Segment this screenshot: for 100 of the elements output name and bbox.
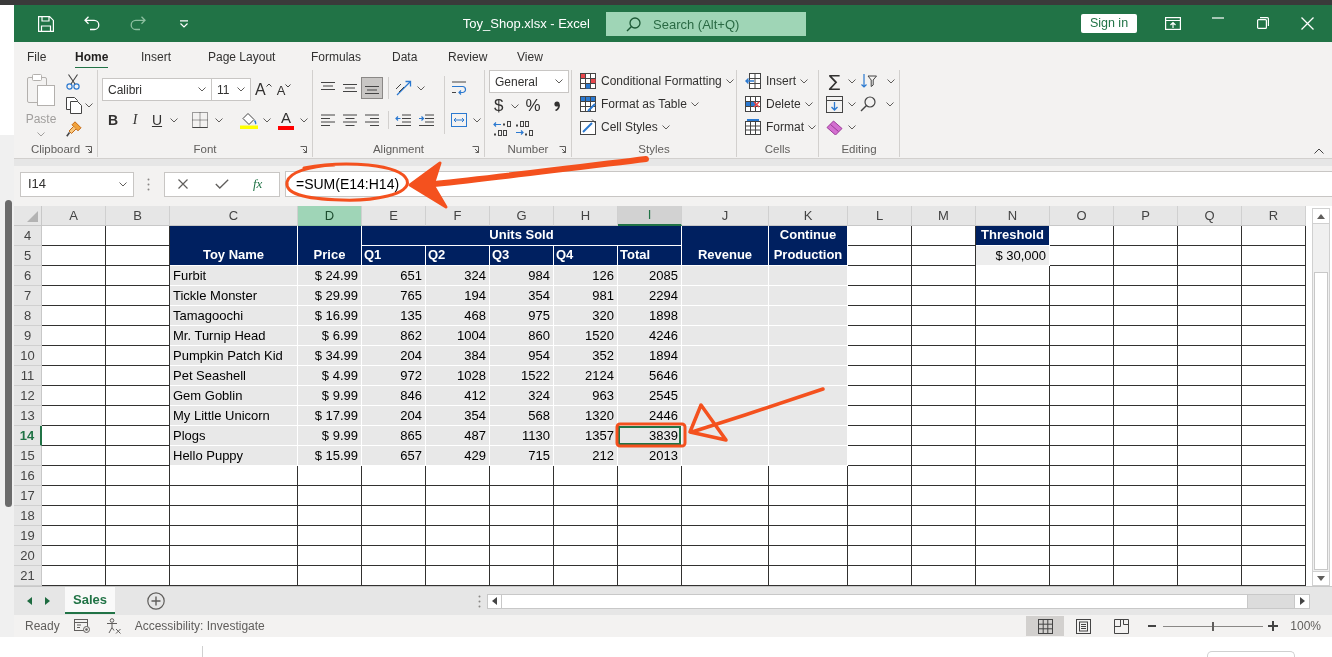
vertical-dots-icon[interactable] <box>478 594 481 608</box>
caret-icon[interactable] <box>848 124 856 130</box>
font-name-combobox[interactable]: Calibri <box>102 78 212 101</box>
row-header[interactable]: 10 <box>14 346 42 366</box>
row-header[interactable]: 19 <box>14 526 42 546</box>
row-header[interactable]: 7 <box>14 286 42 306</box>
grid-icon[interactable] <box>1037 618 1053 634</box>
checkmark-icon[interactable] <box>215 179 229 189</box>
caret-icon[interactable] <box>473 117 481 123</box>
cell-brush-icon[interactable] <box>580 119 596 135</box>
row-header[interactable]: 18 <box>14 506 42 526</box>
shrink-font-button[interactable]: A <box>276 79 292 100</box>
menu-tab[interactable]: Data <box>392 47 418 70</box>
collapse-ribbon-icon[interactable] <box>1314 148 1324 154</box>
zoom-slider[interactable] <box>1163 621 1264 631</box>
scroll-left-button[interactable] <box>488 594 502 608</box>
align-right-icon[interactable] <box>364 113 380 127</box>
column-header[interactable]: M <box>912 206 976 226</box>
column-header[interactable]: H <box>554 206 618 226</box>
format-cells-button[interactable]: Format <box>745 117 816 137</box>
align-left-icon[interactable] <box>320 113 336 127</box>
decrease-decimal-icon[interactable] <box>493 121 512 136</box>
underline-button[interactable]: U <box>147 110 167 130</box>
currency-button[interactable]: $ <box>494 95 504 117</box>
restore-icon[interactable] <box>1256 17 1269 29</box>
caret-icon[interactable] <box>804 101 813 107</box>
dialog-launcher-icon[interactable] <box>472 146 479 153</box>
menu-tab[interactable]: Formulas <box>311 47 361 70</box>
percent-button[interactable]: % <box>525 95 541 117</box>
merge-center-icon[interactable] <box>451 113 467 127</box>
accessibility-status[interactable]: Accessibility: Investigate <box>134 617 265 635</box>
dialog-launcher-icon[interactable] <box>300 146 307 153</box>
zoom-level[interactable]: 100% <box>1290 617 1321 635</box>
caret-icon[interactable] <box>848 78 856 84</box>
caret-icon[interactable] <box>170 117 178 123</box>
copy-icon[interactable] <box>66 97 82 114</box>
font-size-combobox[interactable]: 11 <box>212 78 251 101</box>
scrollbar-thumb[interactable] <box>502 594 1248 608</box>
column-header[interactable]: G <box>490 206 554 226</box>
caret-icon[interactable] <box>661 124 670 130</box>
column-header[interactable]: R <box>1242 206 1306 226</box>
column-header[interactable]: Q <box>1178 206 1242 226</box>
search-field[interactable]: Search (Alt+Q) <box>606 12 806 36</box>
row-header[interactable]: 11 <box>14 366 42 386</box>
row-header[interactable]: 15 <box>14 446 42 466</box>
column-header[interactable]: N <box>976 206 1050 226</box>
fill-down-icon[interactable] <box>826 95 843 113</box>
insert-cells-icon[interactable] <box>745 73 761 89</box>
caret-icon[interactable] <box>886 101 894 107</box>
delete-cells-icon[interactable] <box>745 96 761 112</box>
vertical-dots-icon[interactable] <box>147 177 150 191</box>
fill-color-icon[interactable] <box>240 111 258 129</box>
row-header[interactable]: 5 <box>14 246 42 266</box>
autosum-button[interactable]: ∑ <box>826 71 843 91</box>
caret-icon[interactable] <box>725 78 734 84</box>
row-header[interactable]: 4 <box>14 226 42 246</box>
row-header[interactable]: 6 <box>14 266 42 286</box>
sheet-tab[interactable]: Sales <box>65 587 115 614</box>
scroll-up-button[interactable] <box>1313 209 1329 224</box>
conditional-formatting-button[interactable]: Conditional Formatting <box>580 71 734 91</box>
increase-indent-icon[interactable] <box>418 113 435 127</box>
menu-tab[interactable]: Insert <box>141 47 171 70</box>
column-header[interactable]: D <box>298 206 362 226</box>
menu-tab[interactable]: View <box>517 47 543 70</box>
document-record-icon[interactable] <box>73 619 90 633</box>
font-color-button[interactable]: A <box>278 110 294 130</box>
caret-icon[interactable] <box>511 103 520 109</box>
customize-toolbar-icon[interactable] <box>179 19 189 28</box>
page-break-icon[interactable] <box>1113 618 1129 634</box>
arrow-down-icon[interactable] <box>1317 576 1325 581</box>
cell-styles-button[interactable]: Cell Styles <box>580 117 734 137</box>
table-brush-icon[interactable] <box>580 96 596 112</box>
caret-icon[interactable] <box>887 78 895 84</box>
row-header[interactable]: 14 <box>14 426 42 446</box>
name-box[interactable]: I14 <box>20 171 134 197</box>
row-header[interactable]: 17 <box>14 486 42 506</box>
zoom-in-icon[interactable] <box>1268 621 1279 631</box>
caret-icon[interactable] <box>237 87 245 92</box>
column-header[interactable]: P <box>1114 206 1178 226</box>
column-header[interactable]: O <box>1050 206 1114 226</box>
formula-field[interactable]: =SUM(E14:H14) <box>285 171 1332 197</box>
arrow-right-icon[interactable] <box>1299 597 1305 605</box>
undo-icon[interactable] <box>84 16 100 31</box>
caret-icon[interactable] <box>690 101 699 107</box>
column-header[interactable]: I <box>618 206 682 226</box>
column-header[interactable]: K <box>769 206 848 226</box>
increase-decimal-icon[interactable] <box>515 121 534 136</box>
menu-tab[interactable]: Page Layout <box>208 47 276 70</box>
format-cells-icon[interactable] <box>745 119 761 135</box>
normal-view-button[interactable] <box>1026 616 1065 636</box>
vertical-scrollbar[interactable] <box>1312 208 1330 586</box>
scroll-down-button[interactable] <box>1313 571 1329 585</box>
menu-tab[interactable]: File <box>27 47 47 70</box>
sign-in-button[interactable]: Sign in <box>1081 14 1137 33</box>
insert-function-button[interactable]: fx <box>253 174 263 194</box>
scrollbar-thumb[interactable] <box>1314 272 1328 570</box>
column-header[interactable]: B <box>106 206 170 226</box>
scissors-icon[interactable] <box>66 74 80 90</box>
ribbon-display-icon[interactable] <box>1164 17 1181 30</box>
dialog-launcher-icon[interactable] <box>559 146 566 153</box>
